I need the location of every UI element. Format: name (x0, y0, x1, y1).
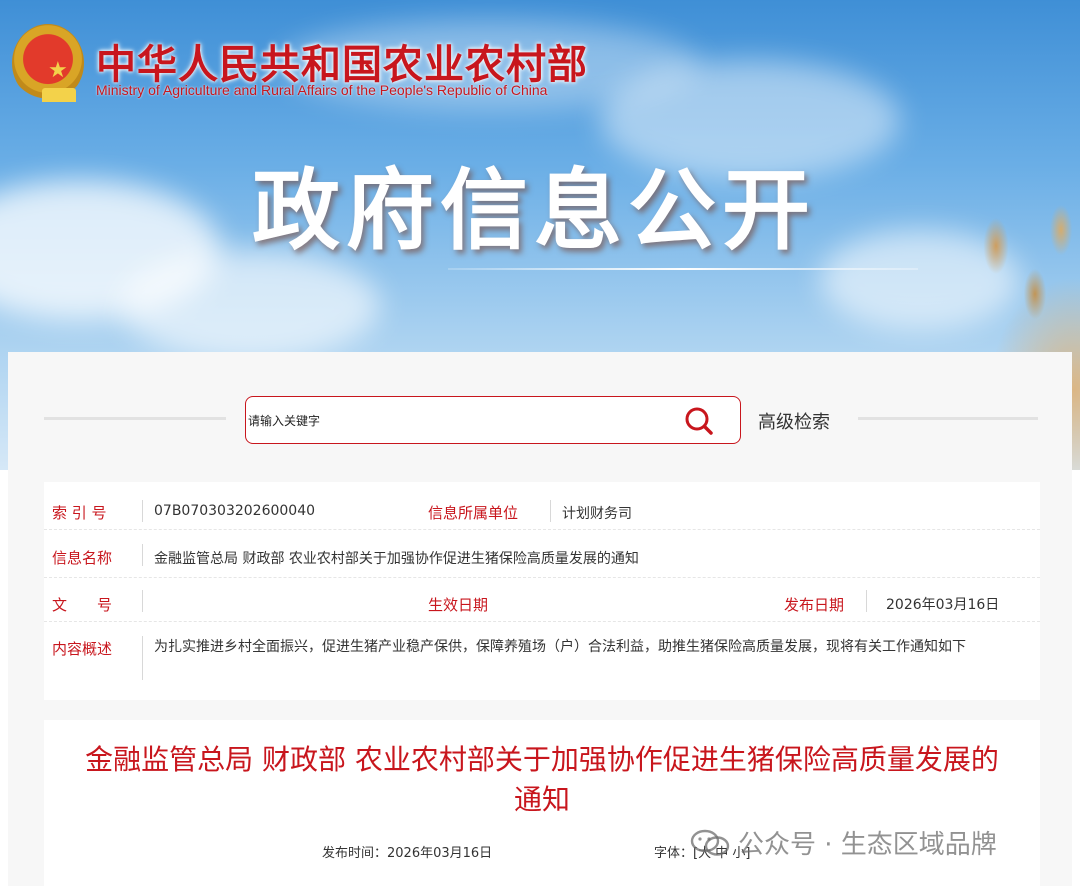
divider (142, 590, 143, 612)
divider (142, 544, 143, 566)
search-input[interactable] (248, 411, 668, 431)
name-value: 金融监管总局 财政部 农业农村部关于加强协作促进生猪保险高质量发展的通知 (154, 551, 639, 567)
gate-icon (42, 88, 76, 102)
search-divider-left (44, 417, 226, 420)
divider (866, 590, 867, 612)
wechat-watermark: 公众号 · 生态区域品牌 (690, 824, 997, 864)
summary-label: 内容概述 (52, 640, 113, 658)
divider (550, 500, 551, 522)
meta-row-index: 索 引 号 07B070303202600040 信息所属单位 计划财务司 (44, 482, 1040, 530)
watermark-text: 公众号 · 生态区域品牌 (738, 830, 997, 860)
index-label: 索 引 号 (52, 504, 107, 522)
advanced-search-link[interactable]: 高级检索 (758, 408, 830, 434)
wechat-icon (690, 829, 730, 856)
meta-row-name: 信息名称 金融监管总局 财政部 农业农村部关于加强协作促进生猪保险高质量发展的通… (44, 530, 1040, 578)
publish-date-value: 2026年03月16日 (886, 597, 1000, 613)
banner-divider (448, 268, 918, 270)
summary-value: 为扎实推进乡村全面振兴，促进生猪产业稳产保供，保障养殖场（户）合法利益，助推生猪… (154, 639, 966, 655)
banner-title: 政府信息公开 (252, 159, 817, 262)
publish-date-label: 发布日期 (784, 596, 845, 614)
meta-row-doc: 文 号 生效日期 发布日期 2026年03月16日 (44, 578, 1040, 622)
search-icon[interactable] (683, 405, 715, 437)
name-label: 信息名称 (52, 549, 113, 567)
meta-row-summary: 内容概述 为扎实推进乡村全面振兴，促进生猪产业稳产保供，保障养殖场（户）合法利益… (44, 622, 1040, 700)
search-box[interactable] (245, 396, 741, 444)
effective-date-label: 生效日期 (428, 596, 489, 614)
divider (142, 500, 143, 522)
index-value: 07B070303202600040 (154, 503, 316, 519)
divider (142, 636, 143, 680)
star-icon: ★ (48, 58, 68, 83)
publish-time: 发布时间：2026年03月16日 (322, 846, 493, 861)
ministry-name-en[interactable]: Ministry of Agriculture and Rural Affair… (96, 82, 547, 98)
doc-number-label: 文 号 (52, 596, 113, 614)
info-metadata-table: 索 引 号 07B070303202600040 信息所属单位 计划财务司 信息… (44, 482, 1040, 700)
unit-value: 计划财务司 (562, 506, 632, 522)
national-emblem-icon[interactable]: ★ (12, 24, 84, 102)
search-divider-right (858, 417, 1038, 420)
article-title: 金融监管总局 财政部 农业农村部关于加强协作促进生猪保险高质量发展的通知 (85, 743, 999, 816)
unit-label: 信息所属单位 (428, 504, 519, 522)
